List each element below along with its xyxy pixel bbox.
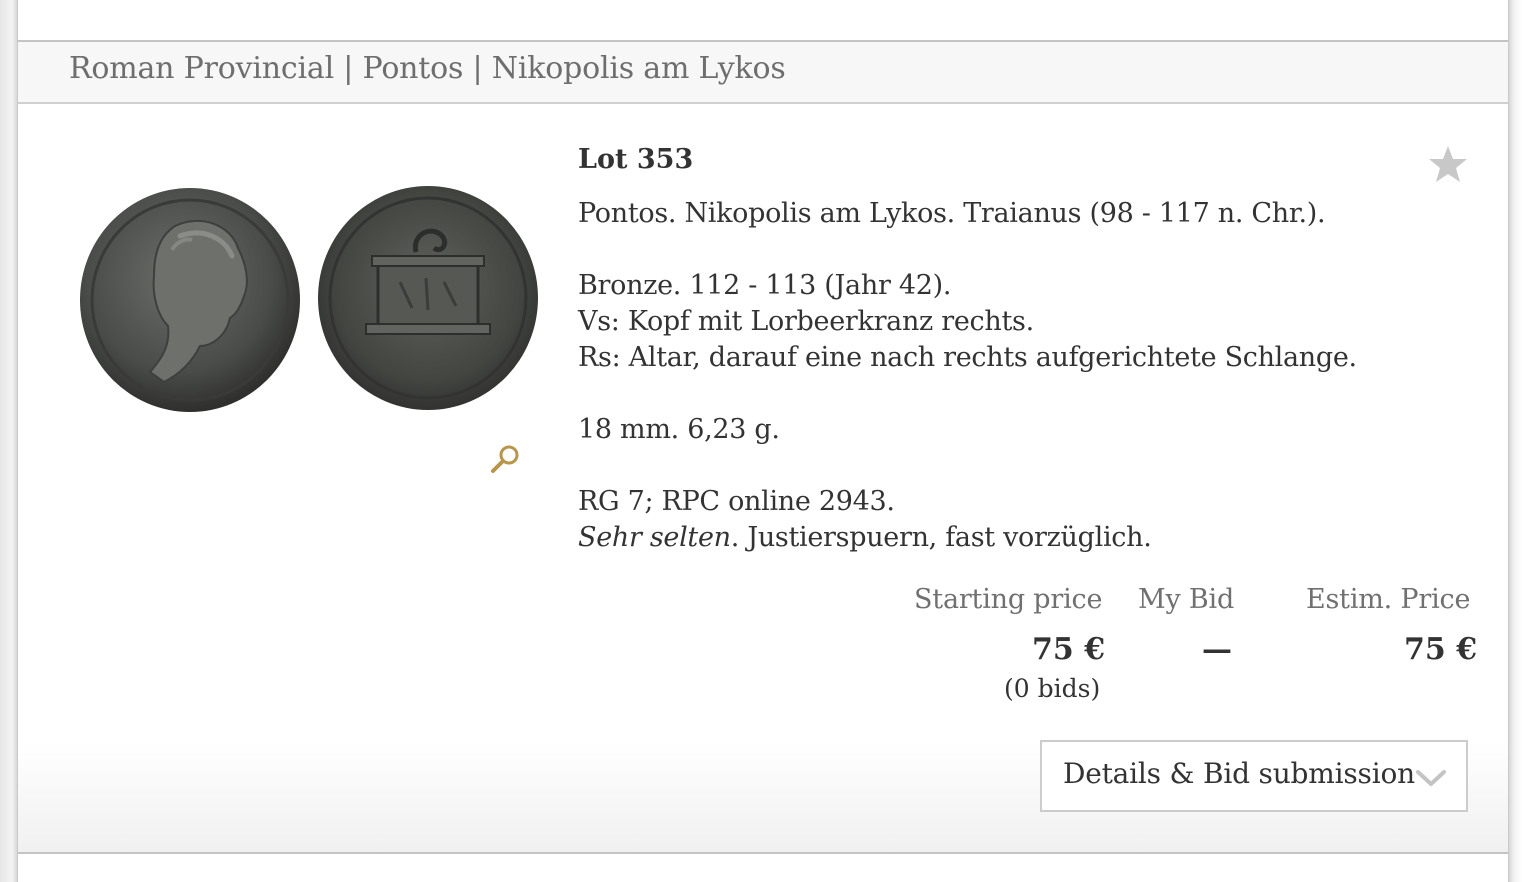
chevron-down-icon xyxy=(1416,770,1446,786)
magnifier-icon[interactable] xyxy=(488,442,522,476)
description-measurements: 18 mm. 6,23 g. xyxy=(578,414,780,445)
estim-price-value: 75 € xyxy=(1404,632,1478,667)
lot-title: Lot 353 xyxy=(578,144,694,175)
description-heading: Pontos. Nikopolis am Lykos. Traianus (98… xyxy=(578,198,1326,229)
details-bid-button-label: Details & Bid submission xyxy=(1063,757,1415,790)
condition-text: . Justierspuern, fast vorzüglich. xyxy=(730,522,1152,553)
rarity-text: Sehr selten xyxy=(578,522,731,553)
category-bar: Roman Provincial | Pontos | Nikopolis am… xyxy=(18,42,1508,104)
breadcrumb: Roman Provincial | Pontos | Nikopolis am… xyxy=(69,51,786,86)
lot-description: Pontos. Nikopolis am Lykos. Traianus (98… xyxy=(578,196,1357,556)
estim-price-label: Estim. Price xyxy=(1306,584,1471,615)
scrollbar-track[interactable] xyxy=(1508,0,1522,882)
coin-reverse-image[interactable] xyxy=(316,186,540,416)
page-left-border xyxy=(0,0,18,882)
next-card-edge xyxy=(18,854,1508,882)
coin-obverse-image[interactable] xyxy=(80,186,302,416)
description-references: RG 7; RPC online 2943. xyxy=(578,486,895,517)
bid-count: (0 bids) xyxy=(1004,674,1101,703)
my-bid-label: My Bid xyxy=(1138,584,1235,615)
my-bid-value: — xyxy=(1202,632,1232,667)
star-icon[interactable] xyxy=(1428,144,1468,184)
description-obverse: Vs: Kopf mit Lorbeerkranz rechts. xyxy=(578,306,1034,337)
details-bid-button[interactable]: Details & Bid submission xyxy=(1040,740,1468,812)
coin-images[interactable] xyxy=(80,186,540,416)
description-rarity-condition: Sehr selten. Justierspuern, fast vorzügl… xyxy=(578,520,1357,556)
description-denomination: Bronze. 112 - 113 (Jahr 42). xyxy=(578,270,952,301)
description-reverse: Rs: Altar, darauf eine nach rechts aufge… xyxy=(578,342,1357,373)
lot-card: Roman Provincial | Pontos | Nikopolis am… xyxy=(18,40,1508,854)
starting-price-label: Starting price xyxy=(914,584,1103,615)
starting-price-value: 75 € xyxy=(1032,632,1106,667)
